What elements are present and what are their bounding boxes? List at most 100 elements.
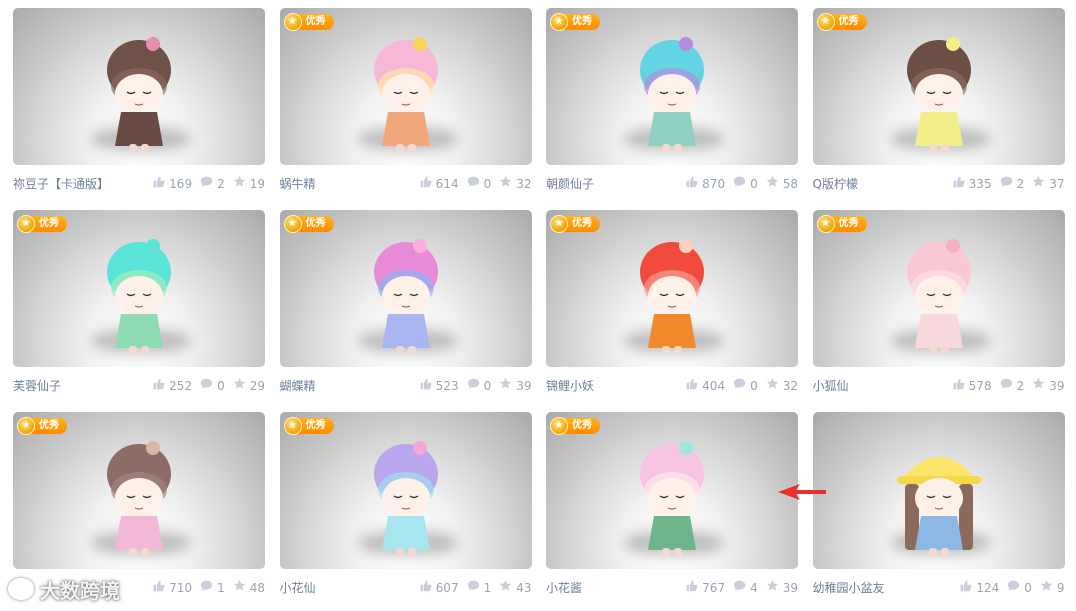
work-card[interactable]: ★ 优秀 小花仙 607 1 43 [279,412,532,608]
stars-stat[interactable]: 39 [766,578,798,598]
stars-stat[interactable]: 9 [1040,578,1065,598]
work-stats: 124 0 9 [951,578,1065,598]
work-thumbnail[interactable]: ★ 优秀 [812,210,1065,367]
likes-stat[interactable]: 614 [419,174,459,194]
likes-stat[interactable]: 169 [152,174,192,194]
work-thumbnail[interactable]: ★ 优秀 [13,210,265,367]
stars-count: 9 [1056,581,1065,595]
work-title[interactable]: 朝颜仙子 [546,174,594,194]
likes-stat[interactable]: 607 [419,578,459,598]
star-icon [233,376,250,396]
likes-stat[interactable]: 767 [685,578,725,598]
featured-badge: ★ 优秀 [550,214,600,234]
likes-stat[interactable]: 124 [959,578,999,598]
work-thumbnail[interactable]: ★ 优秀 [546,210,798,367]
work-stats: 614 0 32 [411,174,532,194]
work-title[interactable]: Q版柠檬 [813,174,858,194]
work-card[interactable]: ★ 优秀 芙蓉仙子 252 0 29 [13,210,265,406]
featured-badge: ★ 优秀 [283,214,334,234]
comment-bubble-icon [733,578,750,598]
stars-stat[interactable]: 39 [1032,376,1065,396]
medal-icon: ★ [283,13,302,31]
work-card[interactable]: ★ 优秀 蜗牛精 614 0 32 [279,8,532,204]
work-card[interactable]: ★ 优秀 小狐仙 578 2 39 [812,210,1065,406]
stars-count: 37 [1049,177,1065,191]
likes-count: 614 [435,177,459,191]
work-meta: 祢豆子【卡通版】 169 2 19 [13,174,265,194]
work-title[interactable]: 蝴蝶精 [280,376,316,396]
comments-count: 1 [483,581,492,595]
stars-stat[interactable]: 58 [766,174,798,194]
work-card[interactable]: ★ 优秀 锦鲤小妖 404 0 32 [546,210,798,406]
work-title[interactable]: 小花酱 [546,578,582,598]
featured-badge: ★ 优秀 [283,416,334,436]
medal-icon: ★ [550,13,568,31]
work-card[interactable]: ★ 优秀 幼稚园小盆友 124 0 9 [812,412,1065,608]
stars-stat[interactable]: 39 [499,376,532,396]
comments-stat[interactable]: 0 [733,174,758,194]
likes-stat[interactable]: 335 [952,174,992,194]
work-card[interactable]: ★ 优秀 蝴蝶精 523 0 39 [279,210,532,406]
work-card[interactable]: ★ 优秀 祢豆子【卡通版】 169 2 19 [13,8,265,204]
work-thumbnail[interactable]: ★ 优秀 [13,8,265,165]
work-title[interactable]: 祢豆子【卡通版】 [13,174,109,194]
stars-stat[interactable]: 37 [1032,174,1065,194]
likes-stat[interactable]: 870 [685,174,725,194]
red-arrow-annotation [778,484,826,500]
comments-stat[interactable]: 2 [1000,376,1024,396]
work-thumbnail[interactable]: ★ 优秀 [546,412,798,569]
comments-count: 0 [1024,581,1032,595]
comments-stat[interactable]: 0 [200,376,225,396]
work-card[interactable]: ★ 优秀 Q版柠檬 335 2 37 [812,8,1065,204]
likes-stat[interactable]: 578 [952,376,992,396]
comments-stat[interactable]: 0 [467,174,491,194]
comments-stat[interactable]: 0 [467,376,491,396]
likes-count: 124 [976,581,1000,595]
comments-count: 2 [1016,177,1025,191]
stars-count: 48 [249,581,265,595]
work-title[interactable]: 小狐仙 [813,376,849,396]
work-thumbnail[interactable]: ★ 优秀 [13,412,265,569]
comment-bubble-icon [1000,174,1017,194]
work-thumbnail[interactable]: ★ 优秀 [279,412,532,569]
work-thumbnail[interactable]: ★ 优秀 [546,8,798,165]
medal-icon: ★ [816,13,835,31]
featured-badge: ★ 优秀 [17,214,67,234]
likes-count: 404 [702,379,726,393]
comments-count: 0 [217,379,225,393]
work-card[interactable]: ★ 优秀 朝颜仙子 870 0 58 [546,8,798,204]
stars-stat[interactable]: 43 [499,578,532,598]
likes-stat[interactable]: 710 [152,578,192,598]
work-thumbnail[interactable]: ★ 优秀 [812,8,1065,165]
likes-stat[interactable]: 523 [419,376,459,396]
comments-stat[interactable]: 2 [1000,174,1025,194]
work-title[interactable]: 幼稚园小盆友 [813,578,885,598]
comments-stat[interactable]: 0 [1007,578,1032,598]
comments-stat[interactable]: 1 [467,578,492,598]
stars-stat[interactable]: 32 [499,174,532,194]
work-thumbnail[interactable]: ★ 优秀 [279,8,532,165]
likes-stat[interactable]: 252 [152,376,192,396]
work-title[interactable]: 蜗牛精 [280,174,316,194]
stars-stat[interactable]: 29 [233,376,265,396]
comments-stat[interactable]: 0 [733,376,758,396]
work-card[interactable]: ★ 优秀 小花酱 767 4 39 [546,412,798,608]
thumbs-up-icon [419,174,436,194]
comments-stat[interactable]: 2 [200,174,225,194]
comment-bubble-icon [467,578,484,598]
comments-count: 0 [750,379,758,393]
likes-stat[interactable]: 404 [685,376,725,396]
work-title[interactable]: 小花仙 [280,578,316,598]
work-title[interactable]: 芙蓉仙子 [13,376,61,396]
work-stats: 607 1 43 [411,578,532,598]
stars-stat[interactable]: 48 [233,578,265,598]
work-thumbnail[interactable]: ★ 优秀 [812,412,1065,569]
comment-bubble-icon [1000,376,1017,396]
comments-stat[interactable]: 1 [200,578,225,598]
stars-stat[interactable]: 19 [233,174,265,194]
stars-count: 29 [249,379,265,393]
comments-stat[interactable]: 4 [733,578,758,598]
work-title[interactable]: 锦鲤小妖 [546,376,594,396]
stars-stat[interactable]: 32 [766,376,798,396]
work-thumbnail[interactable]: ★ 优秀 [279,210,532,367]
